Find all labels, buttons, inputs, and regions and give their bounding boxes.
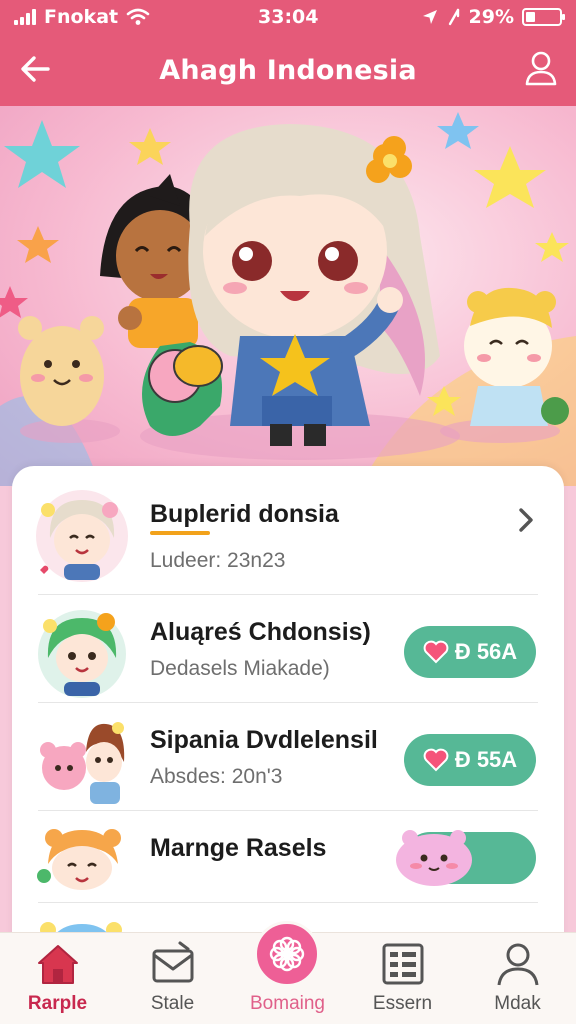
price-pill-button[interactable]: Ð 56A — [404, 626, 536, 678]
list-item-title: Marnge Rasels — [150, 834, 327, 862]
price-pill-label: Ð 56A — [454, 639, 518, 664]
nav-item-list[interactable]: Essern — [345, 933, 460, 1024]
carrier-name: Fnokat — [44, 6, 119, 28]
back-arrow-icon[interactable] — [18, 52, 52, 86]
cat-toggle-knob-icon — [396, 830, 472, 886]
nav-item-mail[interactable]: Stale — [115, 933, 230, 1024]
bottom-nav: Rarple Stale Bomaing Essern Mdak — [0, 921, 576, 1024]
list-item[interactable]: Aluąreś Chdonsis) Dedasels Miakade) Ð 56… — [12, 600, 564, 702]
toggle-switch[interactable] — [396, 830, 536, 886]
hero-illustration — [0, 112, 576, 486]
list-item[interactable]: Buplerid donsia Ludeer: 23n23 — [12, 476, 564, 596]
bear-character — [18, 316, 104, 426]
nav-item-home[interactable]: Rarple — [0, 933, 115, 1024]
girl-character — [188, 124, 440, 446]
wifi-icon — [126, 8, 150, 25]
signal-icon — [14, 9, 36, 25]
page-title: Ahagh Indonesia — [159, 54, 417, 86]
nav-item-profile[interactable]: Mdak — [460, 933, 575, 1024]
avatar — [37, 829, 121, 890]
list-item-subtitle: Absdes: 20n'3 — [150, 765, 283, 788]
status-bar: Fnokat 33:04 29% — [0, 0, 576, 34]
home-icon — [37, 945, 78, 984]
chevron-right-icon[interactable] — [516, 506, 536, 534]
divider — [38, 902, 538, 903]
user-icon — [497, 943, 538, 986]
list-item-title: Aluąreś Chdonsis) — [150, 618, 371, 646]
battery-icon — [522, 8, 565, 26]
avatar — [38, 610, 126, 698]
avatar — [40, 722, 125, 804]
nav-label: Rarple — [27, 993, 88, 1014]
divider — [38, 810, 538, 811]
battery-percent: 29% — [468, 6, 514, 28]
status-left: Fnokat — [14, 6, 150, 28]
mail-icon — [152, 941, 193, 983]
nav-item-blooming[interactable]: Bomaing — [230, 933, 345, 1024]
location-icon — [422, 10, 437, 24]
heart-icon — [423, 748, 449, 772]
divider — [38, 702, 538, 703]
hero-banner — [0, 106, 576, 486]
nav-label: Essern — [372, 993, 433, 1014]
title-underline — [150, 531, 210, 535]
status-right: 29% — [421, 6, 565, 28]
list-item-text: Sipania Dvdlelensil Absdes: 20n'3 — [150, 726, 378, 789]
list-item-title: Sipania Dvdlelensil — [150, 726, 378, 754]
nav-label: Bomaing — [250, 993, 325, 1014]
price-pill-button[interactable]: Ð 55A — [404, 734, 536, 786]
content-card: Buplerid donsia Ludeer: 23n23 Aluąreś Ch… — [12, 466, 564, 986]
list-icon — [382, 943, 423, 985]
nav-label: Stale — [150, 993, 195, 1014]
list-item-text: Buplerid donsia Ludeer: 23n23 — [150, 500, 339, 573]
list-item-text: Marnge Rasels — [150, 834, 326, 863]
profile-icon[interactable] — [524, 50, 558, 86]
divider — [38, 594, 538, 595]
avatar — [36, 490, 128, 582]
price-pill-label: Ð 55A — [454, 747, 518, 772]
heart-icon — [423, 640, 449, 664]
list-item[interactable]: Marnge Rasels — [12, 816, 564, 902]
rotation-icon — [448, 8, 459, 26]
list-item-subtitle: Ludeer: 23n23 — [150, 549, 286, 572]
nav-label: Mdak — [494, 993, 541, 1014]
list-item[interactable]: Sipania Dvdlelensil Absdes: 20n'3 Ð 55A — [12, 708, 564, 810]
list-item-subtitle: Dedasels Miakade) — [150, 657, 330, 680]
app-header: Ahagh Indonesia — [0, 34, 576, 106]
list-item-text: Aluąreś Chdonsis) Dedasels Miakade) — [150, 618, 371, 681]
list-item-title: Buplerid donsia — [150, 500, 339, 528]
status-time: 33:04 — [258, 6, 319, 28]
